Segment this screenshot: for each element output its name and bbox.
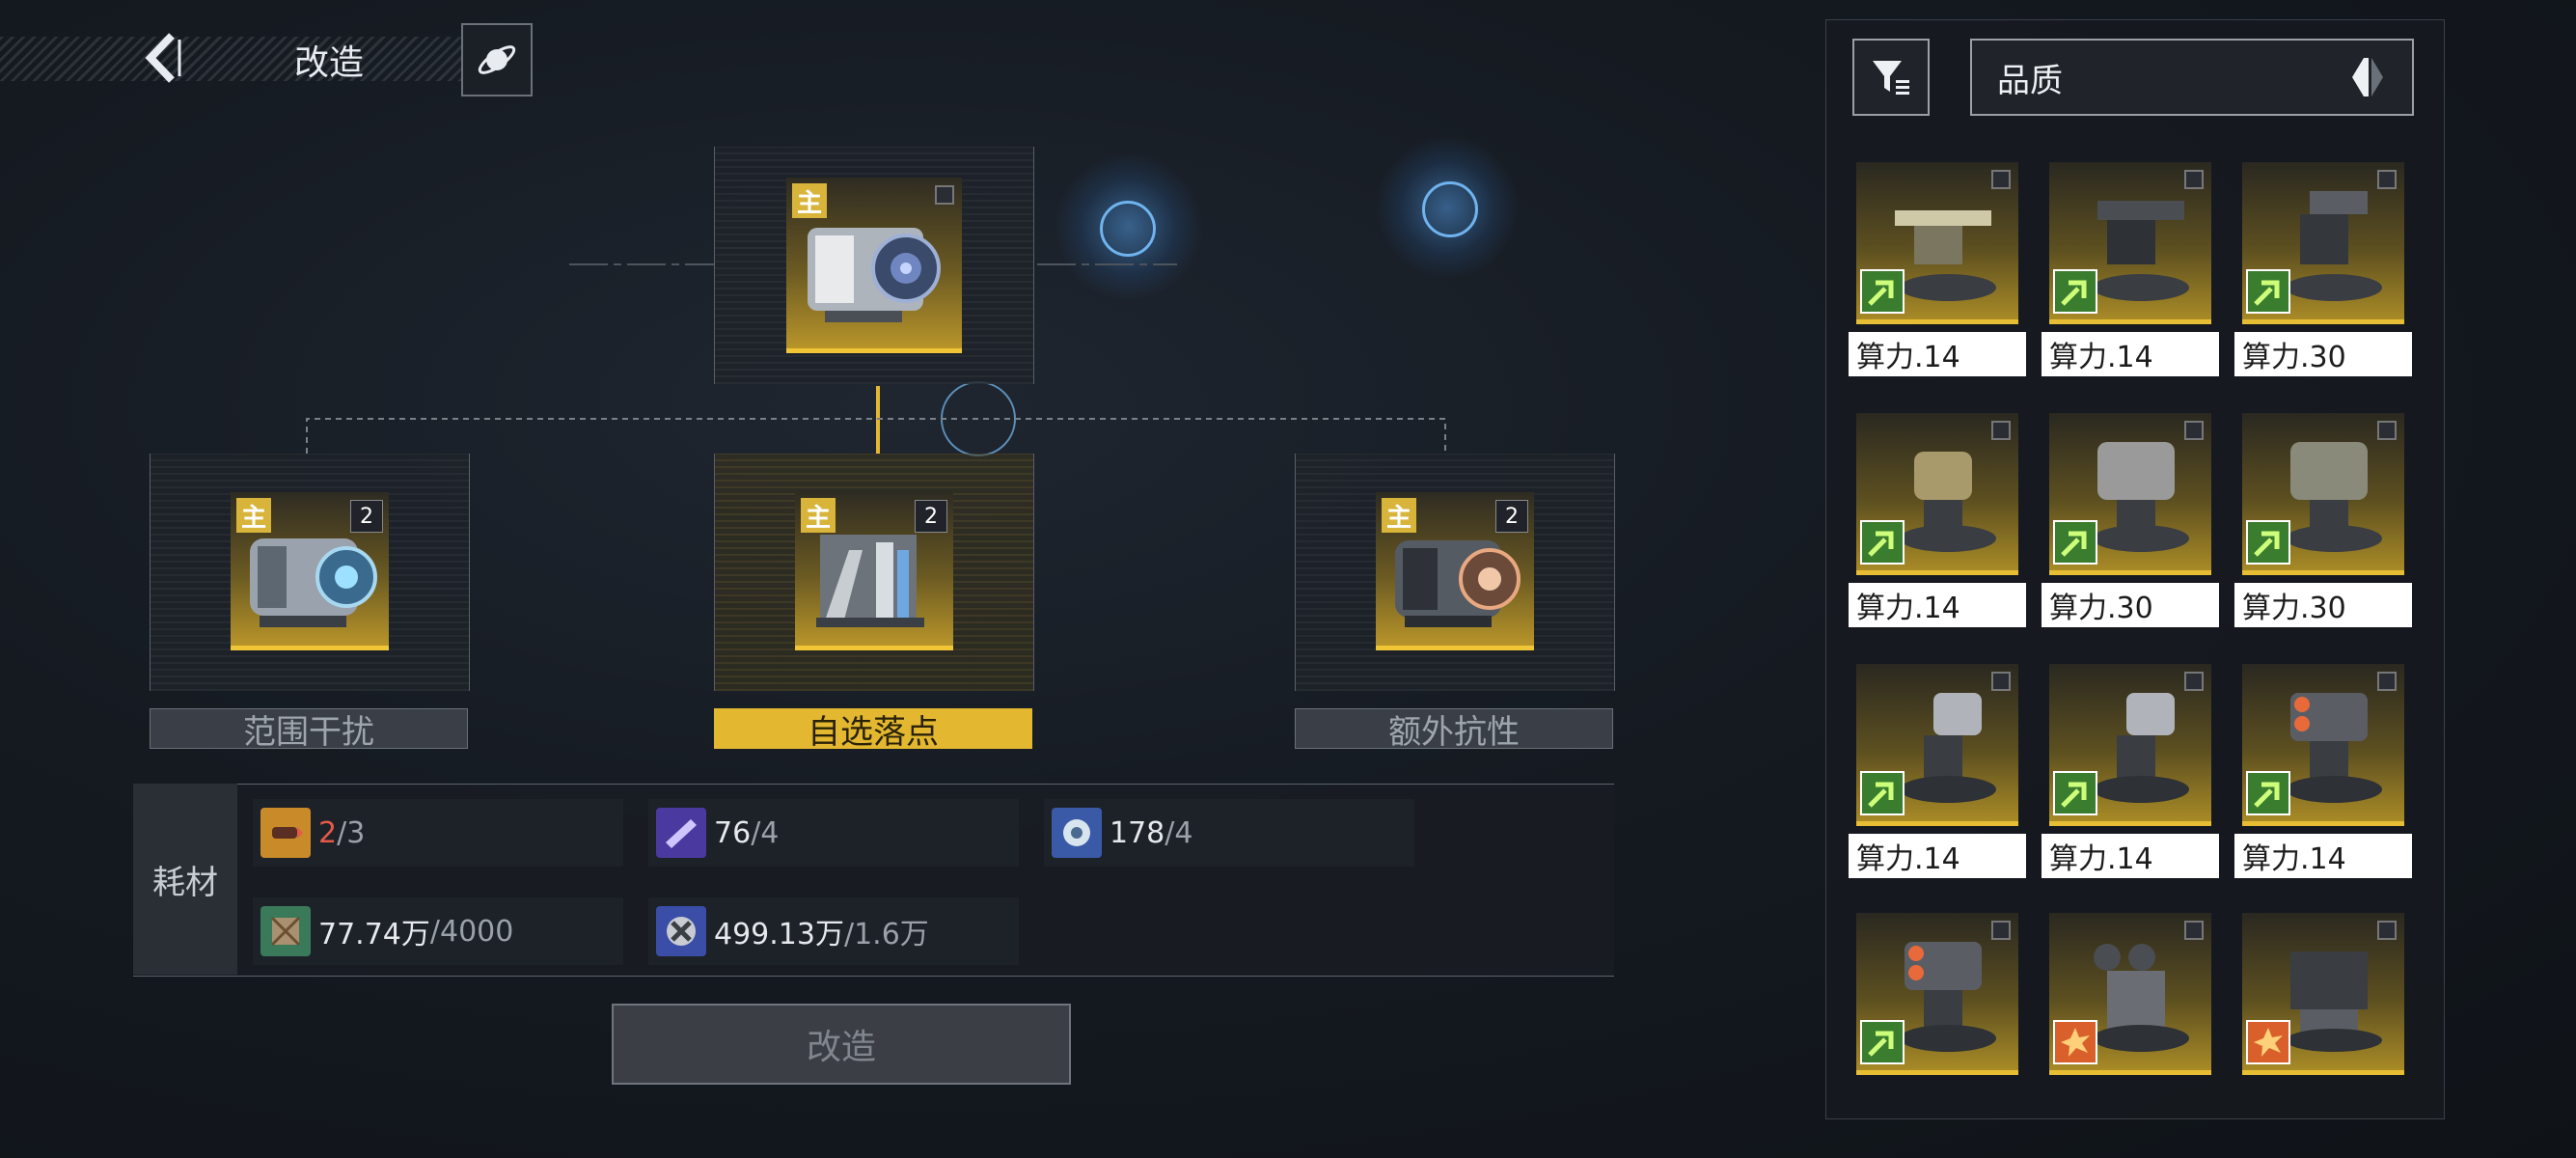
- slot-label[interactable]: 额外抗性: [1295, 708, 1613, 752]
- slot-label[interactable]: 范围干扰: [150, 708, 468, 752]
- explosion-badge-icon: [2053, 1020, 2097, 1064]
- material-item[interactable]: 178/4: [1044, 799, 1414, 867]
- power-label: 算力.14: [1849, 583, 2026, 627]
- cross-icon: [656, 906, 706, 956]
- inventory-item[interactable]: [2049, 664, 2211, 826]
- material-have: 77.74万: [318, 918, 430, 951]
- material-have: 2: [318, 815, 338, 850]
- slot-label[interactable]: 自选落点: [714, 708, 1032, 752]
- inventory-item[interactable]: [1856, 162, 2018, 324]
- main-tag: 主: [792, 183, 827, 218]
- power-label: 算力.30: [2234, 332, 2412, 376]
- power-label: 算力.30: [2234, 583, 2412, 627]
- power-label: 算力.14: [1849, 834, 2026, 878]
- upgrade-badge-icon: [1860, 520, 1905, 565]
- material-have: 178: [1110, 815, 1165, 850]
- explosion-badge-icon: [2246, 1020, 2290, 1064]
- count-tag: 2: [915, 500, 947, 533]
- slot-range-jam[interactable]: 主 2: [150, 454, 470, 691]
- main-tag: 主: [1382, 498, 1416, 533]
- material-item[interactable]: 499.13万/1.6万: [648, 897, 1019, 965]
- missile-icon: [260, 808, 311, 858]
- inventory-item[interactable]: [2242, 664, 2404, 826]
- select-checkbox[interactable]: [2184, 921, 2204, 940]
- inventory-item[interactable]: [1856, 664, 2018, 826]
- select-checkbox[interactable]: [2377, 170, 2397, 189]
- crate-icon: [260, 906, 311, 956]
- crystal-icon: [656, 808, 706, 858]
- power-label: 算力.14: [2234, 834, 2412, 878]
- select-checkbox[interactable]: [1991, 170, 2011, 189]
- slot-extra-resist[interactable]: 主 2: [1295, 454, 1615, 691]
- power-label: 算力.14: [2042, 332, 2219, 376]
- materials-label: 耗材: [133, 784, 237, 975]
- sort-select[interactable]: 品质: [1970, 39, 2414, 116]
- material-item[interactable]: 2/3: [253, 799, 623, 867]
- inventory-item[interactable]: [2049, 162, 2211, 324]
- inventory-item[interactable]: [2242, 913, 2404, 1075]
- inventory-item[interactable]: [1856, 413, 2018, 575]
- count-tag: 2: [350, 500, 383, 533]
- select-checkbox[interactable]: [2184, 421, 2204, 440]
- slot-item-card[interactable]: 主 2: [1376, 492, 1534, 650]
- count-tag: 2: [1495, 500, 1528, 533]
- slot-item-card[interactable]: 主 2: [231, 492, 389, 650]
- upgrade-badge-icon: [2246, 771, 2290, 815]
- inventory-item[interactable]: [2049, 413, 2211, 575]
- inventory-item[interactable]: [2242, 413, 2404, 575]
- select-checkbox[interactable]: [1991, 921, 2011, 940]
- upgrade-badge-icon: [1860, 269, 1905, 314]
- material-item[interactable]: 77.74万/4000: [253, 897, 623, 965]
- slot-custom-landing[interactable]: 主 2: [714, 454, 1034, 691]
- power-label: 算力.14: [1849, 332, 2026, 376]
- main-tag: 主: [236, 498, 271, 533]
- slot-item-card[interactable]: 主 2: [795, 492, 953, 650]
- inventory-item[interactable]: [2049, 913, 2211, 1075]
- top-item-slot[interactable]: 主: [714, 147, 1034, 384]
- select-checkbox[interactable]: [935, 185, 954, 205]
- material-have: 76: [714, 815, 752, 850]
- upgrade-badge-icon: [1860, 1020, 1905, 1064]
- craft-button[interactable]: 改造: [612, 1004, 1071, 1085]
- power-label: 算力.30: [2042, 583, 2219, 627]
- select-checkbox[interactable]: [2377, 921, 2397, 940]
- upgrade-badge-icon: [2053, 771, 2097, 815]
- filter-icon: [1873, 61, 1909, 95]
- upgrade-badge-icon: [1860, 771, 1905, 815]
- material-need: /4: [751, 815, 780, 850]
- select-checkbox[interactable]: [2184, 170, 2204, 189]
- material-need: /1.6万: [843, 918, 929, 951]
- top-item-card[interactable]: 主: [786, 178, 962, 353]
- material-have: 499.13万: [714, 918, 844, 951]
- filter-button[interactable]: [1852, 39, 1930, 116]
- select-checkbox[interactable]: [2184, 672, 2204, 691]
- select-checkbox[interactable]: [2377, 421, 2397, 440]
- material-need: /4: [1165, 815, 1193, 850]
- inventory-item[interactable]: [1856, 913, 2018, 1075]
- material-need: /4000: [429, 914, 514, 949]
- upgrade-badge-icon: [2053, 269, 2097, 314]
- sphere-icon: [1052, 808, 1102, 858]
- upgrade-badge-icon: [2246, 269, 2290, 314]
- sort-label: 品质: [1997, 61, 2063, 100]
- select-checkbox[interactable]: [1991, 421, 2011, 440]
- material-need: /3: [337, 815, 366, 850]
- main-tag: 主: [801, 498, 836, 533]
- inventory-item[interactable]: [2242, 162, 2404, 324]
- select-checkbox[interactable]: [2377, 672, 2397, 691]
- select-checkbox[interactable]: [1991, 672, 2011, 691]
- upgrade-badge-icon: [2053, 520, 2097, 565]
- upgrade-badge-icon: [2246, 520, 2290, 565]
- material-item[interactable]: 76/4: [648, 799, 1019, 867]
- power-label: 算力.14: [2042, 834, 2219, 878]
- sort-arrows-icon: [2352, 58, 2383, 96]
